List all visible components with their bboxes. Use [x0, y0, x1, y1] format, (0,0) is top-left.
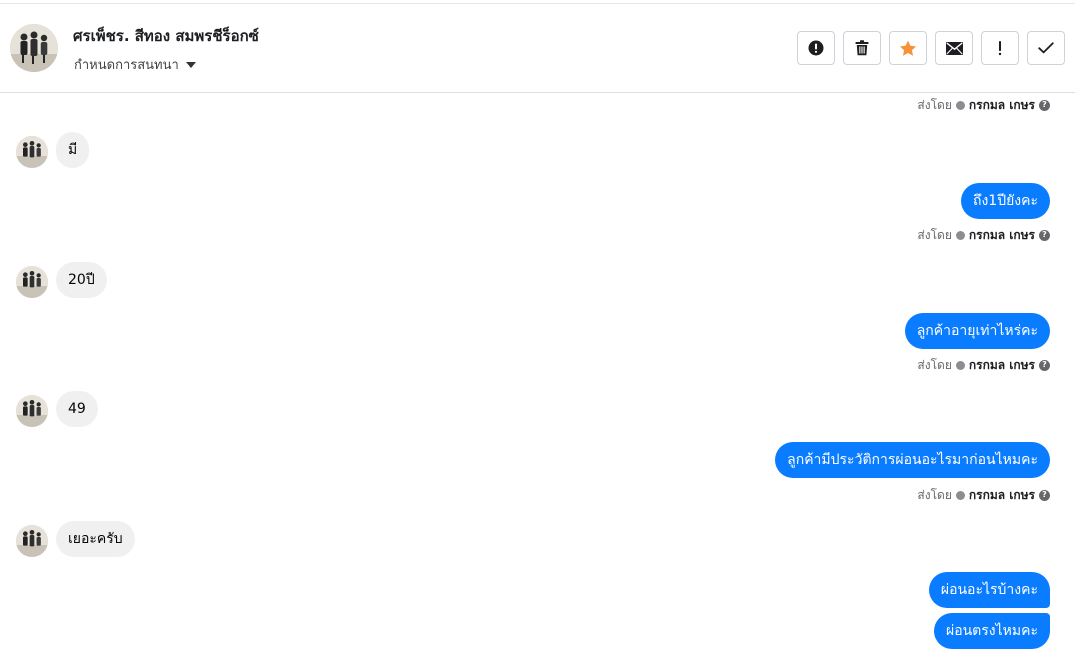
outgoing-message[interactable]: ลูกค้าอายุเท่าไหร่คะ: [904, 313, 1050, 349]
sent-by-label: ส่งโดย กรกมล เกษร ?: [917, 227, 1050, 243]
conversation-toolbar: [797, 31, 1065, 65]
incoming-message[interactable]: 20ปี: [56, 262, 107, 298]
verified-badge-icon: [955, 230, 965, 240]
sent-by-prefix: ส่งโดย: [917, 227, 952, 242]
sent-by-prefix: ส่งโดย: [917, 357, 952, 372]
sent-by-label: ส่งโดย กรกมล เกษร ?: [917, 357, 1050, 373]
contact-avatar[interactable]: [10, 24, 58, 72]
verified-badge-icon: [955, 490, 965, 500]
done-button[interactable]: [1027, 31, 1065, 65]
caret-down-icon: [185, 61, 196, 68]
contact-name: ศรเพ็ชร. สีทอง สมพรชีร็อกซ์: [73, 27, 259, 45]
contact-avatar-small[interactable]: [16, 266, 48, 298]
incoming-message[interactable]: เยอะครับ: [56, 521, 135, 557]
help-icon[interactable]: ?: [1039, 99, 1050, 111]
sent-by-prefix: ส่งโดย: [917, 487, 952, 502]
delete-button[interactable]: [843, 31, 881, 65]
envelope-icon: [945, 41, 963, 55]
assign-conversation-dropdown[interactable]: กำหนดการสนทนา: [74, 54, 196, 75]
contact-avatar-small[interactable]: [16, 136, 48, 168]
incoming-message[interactable]: 49: [56, 391, 98, 427]
mark-unread-button[interactable]: [935, 31, 973, 65]
help-icon[interactable]: ?: [1039, 359, 1050, 371]
help-icon[interactable]: ?: [1039, 229, 1050, 241]
spam-button[interactable]: [981, 31, 1019, 65]
outgoing-message[interactable]: ลูกค้ามีประวัติการผ่อนอะไรมาก่อนไหมคะ: [775, 442, 1050, 478]
conversation-header: ศรเพ็ชร. สีทอง สมพรชีร็อกซ์ กำหนดการสนทน…: [0, 4, 1075, 93]
outgoing-message[interactable]: ผ่อนตรงไหมคะ: [933, 613, 1050, 649]
exclamation-icon: [998, 41, 1002, 56]
assign-conversation-label: กำหนดการสนทนา: [74, 58, 179, 73]
sent-by-label: ส่งโดย กรกมล เกษร ?: [917, 487, 1050, 503]
agent-name: กรกมล เกษร: [968, 357, 1035, 372]
agent-name: กรกมล เกษร: [968, 227, 1035, 242]
sent-by-label: ส่งโดย กรกมล เกษร ?: [917, 97, 1050, 113]
outgoing-message[interactable]: ผ่อนอะไรบ้างคะ: [928, 572, 1050, 608]
outgoing-message[interactable]: ถึง1ปียังคะ: [960, 183, 1050, 219]
star-icon: [899, 40, 917, 56]
report-button[interactable]: [797, 31, 835, 65]
message-thread[interactable]: ส่งโดย กรกมล เกษร ? มี ถึง1ปียังคะ ส่งโด…: [0, 93, 1075, 662]
contact-avatar-small[interactable]: [16, 395, 48, 427]
alert-circle-icon: [808, 40, 824, 56]
sent-by-prefix: ส่งโดย: [917, 97, 952, 112]
star-button[interactable]: [889, 31, 927, 65]
contact-avatar-small[interactable]: [16, 525, 48, 557]
check-icon: [1038, 42, 1054, 54]
help-icon[interactable]: ?: [1039, 489, 1050, 501]
agent-name: กรกมล เกษร: [968, 97, 1035, 112]
incoming-message[interactable]: มี: [56, 132, 90, 168]
trash-icon: [855, 40, 869, 56]
agent-name: กรกมล เกษร: [968, 487, 1035, 502]
verified-badge-icon: [955, 100, 965, 110]
verified-badge-icon: [955, 360, 965, 370]
